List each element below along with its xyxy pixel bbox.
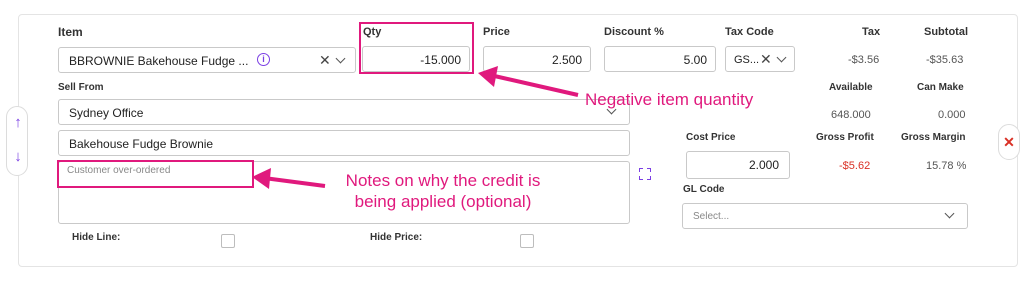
notes-annotation-line1: Notes on why the credit is xyxy=(345,171,541,190)
qty-annotation-arrow xyxy=(478,66,579,97)
annotation-arrows xyxy=(252,66,579,189)
notes-annotation-line2: being applied (optional) xyxy=(354,192,532,211)
qty-annotation-text: Negative item quantity xyxy=(585,90,754,109)
notes-annotation-text: Notes on why the credit is being applied… xyxy=(322,170,564,212)
notes-annotation-arrow xyxy=(252,168,326,189)
